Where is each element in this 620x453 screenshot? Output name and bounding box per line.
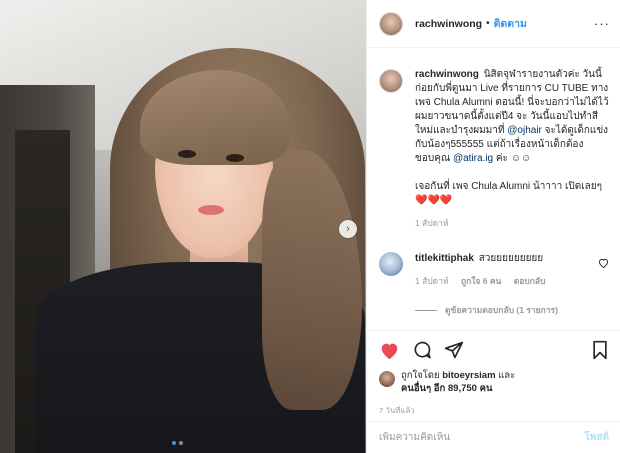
liked-by-prefix: ถูกใจโดย bbox=[401, 370, 440, 381]
caption-text: เจอกันที่ เพจ Chula Alumni น้าาาา เปิดเล… bbox=[415, 181, 603, 192]
avatar[interactable] bbox=[379, 371, 395, 387]
post-sidebar: rachwinwong • ติดตาม ··· rachwinwong นิส… bbox=[366, 0, 620, 453]
comment-age[interactable]: 1 สัปดาห์ bbox=[415, 276, 449, 286]
liked-by: ถูกใจโดย bitoeyrsiam และ คนอื่นๆ อีก 89,… bbox=[379, 369, 609, 395]
heart-emoji: ❤️❤️❤️ bbox=[415, 195, 453, 206]
next-slide-button[interactable]: › bbox=[339, 220, 357, 238]
comment-text: สวยยยยยยยยย bbox=[478, 253, 544, 264]
action-bar: ถูกใจโดย bitoeyrsiam และ คนอื่นๆ อีก 89,… bbox=[367, 330, 620, 417]
carousel-indicator bbox=[172, 441, 183, 445]
post-comment-button[interactable]: โพสต์ bbox=[584, 430, 609, 445]
reply-button[interactable]: ตอบกลับ bbox=[514, 276, 546, 286]
bookmark-icon[interactable] bbox=[591, 340, 609, 360]
caption: rachwinwong นิสิตจุฬารายงานตัวค่ะ วันนี้… bbox=[379, 68, 609, 230]
carousel-dot bbox=[172, 441, 176, 445]
separator-dot: • bbox=[486, 18, 490, 29]
view-replies-label: ดูข้อความตอบกลับ (1 รายการ) bbox=[445, 305, 558, 315]
avatar[interactable] bbox=[379, 11, 403, 36]
caption-text: ค่ะ ☺☺ bbox=[495, 153, 532, 164]
more-icon[interactable]: ··· bbox=[594, 16, 610, 31]
comment-likes[interactable]: ถูกใจ 6 คน bbox=[461, 276, 501, 286]
comment-icon[interactable] bbox=[412, 340, 432, 360]
caption-username[interactable]: rachwinwong bbox=[415, 69, 479, 80]
post-timestamp[interactable]: 7 วันที่แล้ว bbox=[379, 405, 609, 417]
post-username[interactable]: rachwinwong bbox=[415, 18, 482, 30]
liked-by-and: และ bbox=[498, 370, 516, 381]
avatar[interactable] bbox=[379, 252, 403, 276]
divider bbox=[415, 309, 437, 311]
likes-count[interactable]: คนอื่นๆ อีก 89,750 คน bbox=[401, 383, 492, 394]
caption-age[interactable]: 1 สัปดาห์ bbox=[415, 218, 449, 228]
share-icon[interactable] bbox=[444, 340, 464, 360]
liked-by-user[interactable]: bitoeyrsiam bbox=[442, 370, 495, 381]
add-comment-bar: โพสต์ bbox=[367, 421, 620, 453]
comment-heart-icon[interactable] bbox=[598, 258, 609, 271]
view-replies-button[interactable]: ดูข้อความตอบกลับ (1 รายการ) bbox=[415, 303, 609, 317]
add-comment-input[interactable] bbox=[379, 432, 585, 443]
comment-item: titlekittiphak สวยยยยยยยยย 1 สัปดาห์ ถูก… bbox=[379, 252, 609, 288]
photo-eye-right bbox=[226, 154, 244, 162]
avatar[interactable] bbox=[379, 69, 403, 93]
mention-link[interactable]: @ojhair bbox=[507, 125, 542, 136]
comments-list[interactable]: rachwinwong นิสิตจุฬารายงานตัวค่ะ วันนี้… bbox=[367, 48, 620, 328]
photo-eye-left bbox=[178, 150, 196, 158]
photo-lips bbox=[198, 205, 224, 215]
comment-username[interactable]: titlekittiphak bbox=[415, 253, 474, 264]
like-heart-icon[interactable] bbox=[379, 341, 400, 360]
post-header: rachwinwong • ติดตาม ··· bbox=[367, 0, 620, 48]
follow-button[interactable]: ติดตาม bbox=[494, 15, 527, 32]
carousel-dot bbox=[179, 441, 183, 445]
chevron-right-icon: › bbox=[346, 223, 350, 235]
mention-link[interactable]: @atira.ig bbox=[453, 153, 493, 164]
post-photo[interactable]: › bbox=[0, 0, 366, 453]
